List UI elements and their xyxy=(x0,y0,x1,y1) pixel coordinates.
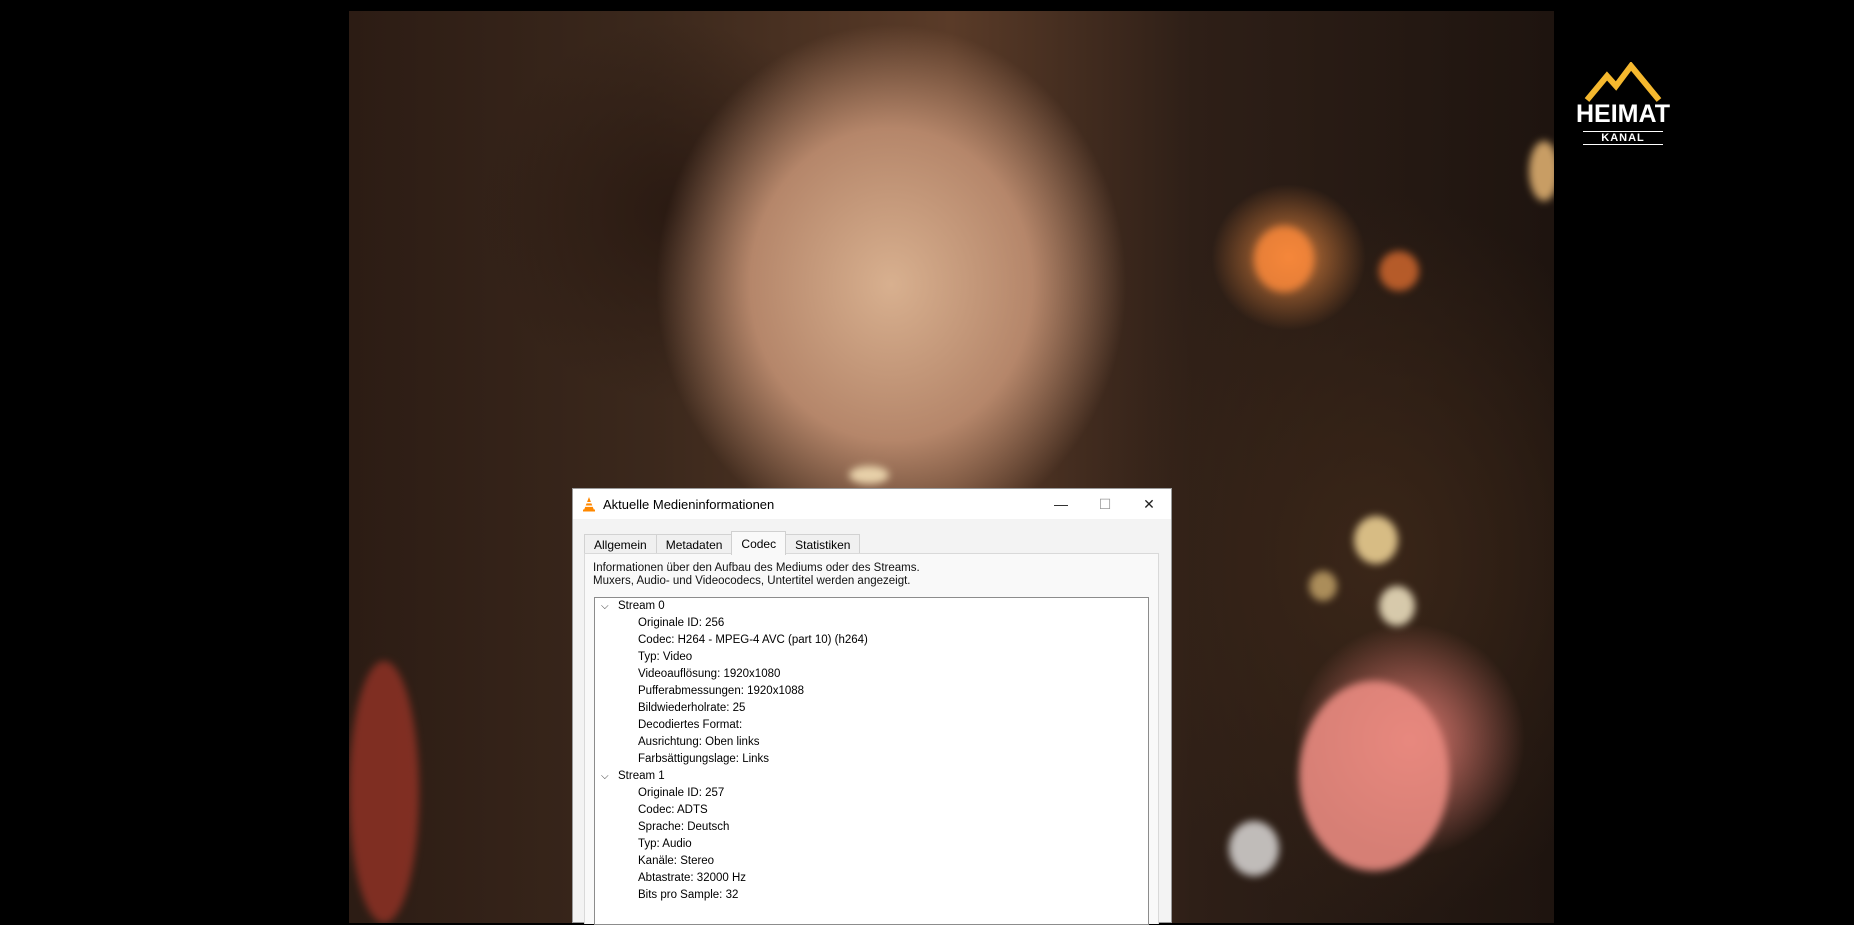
stream-property[interactable]: Typ: Video xyxy=(595,649,1148,666)
light-bokeh xyxy=(1354,516,1398,564)
chevron-down-icon[interactable]: ⌵ xyxy=(601,768,609,785)
tab-statistiken[interactable]: Statistiken xyxy=(785,534,861,555)
stream-property[interactable]: Kanäle: Stereo xyxy=(595,853,1148,870)
minimize-button[interactable]: — xyxy=(1039,489,1083,519)
stream-property[interactable]: Originale ID: 256 xyxy=(595,615,1148,632)
light-bokeh xyxy=(1379,586,1415,626)
logo-text-kanal: KANAL xyxy=(1583,131,1663,145)
stream-property[interactable]: Typ: Audio xyxy=(595,836,1148,853)
light-bokeh xyxy=(1379,251,1419,291)
stream-property[interactable]: Bildwiederholrate: 25 xyxy=(595,700,1148,717)
description-line-1: Informationen über den Aufbau des Medium… xyxy=(593,562,920,574)
stream-node-1[interactable]: ⌵ Stream 1 xyxy=(595,768,1148,785)
light-bokeh xyxy=(1229,821,1279,876)
vlc-cone-icon xyxy=(583,497,595,512)
codec-description: Informationen über den Aufbau des Medium… xyxy=(593,562,920,588)
dialog-title: Aktuelle Medieninformationen xyxy=(603,496,775,512)
description-line-2: Muxers, Audio- und Videocodecs, Untertit… xyxy=(593,575,911,587)
chevron-down-icon[interactable]: ⌵ xyxy=(601,598,609,615)
close-button[interactable]: ✕ xyxy=(1127,489,1171,519)
logo-text-heimat: HEIMAT xyxy=(1576,100,1670,128)
stream-node-0[interactable]: ⌵ Stream 0 xyxy=(595,598,1148,615)
tab-bar: Allgemein Metadaten Codec Statistiken xyxy=(584,531,861,555)
stream-property[interactable]: Abtastrate: 32000 Hz xyxy=(595,870,1148,887)
light-bokeh xyxy=(349,661,419,923)
stream-property[interactable]: Pufferabmessungen: 1920x1088 xyxy=(595,683,1148,700)
stream-property[interactable]: Videoauflösung: 1920x1080 xyxy=(595,666,1148,683)
stream-property[interactable]: Codec: H264 - MPEG-4 AVC (part 10) (h264… xyxy=(595,632,1148,649)
stream-property[interactable]: Originale ID: 257 xyxy=(595,785,1148,802)
light-bokeh xyxy=(1254,226,1314,292)
light-bokeh xyxy=(1309,571,1337,601)
stream-property[interactable]: Ausrichtung: Oben links xyxy=(595,734,1148,751)
tab-codec[interactable]: Codec xyxy=(731,531,787,555)
mountain-icon xyxy=(1584,62,1662,102)
media-info-dialog: Aktuelle Medieninformationen — ☐ ✕ Allge… xyxy=(572,488,1172,925)
stream-tree[interactable]: ⌵ Stream 0 Originale ID: 256 Codec: H264… xyxy=(594,597,1149,925)
light-bokeh xyxy=(849,466,889,484)
stream-label: Stream 1 xyxy=(618,770,665,782)
stream-property[interactable]: Bits pro Sample: 32 xyxy=(595,887,1148,904)
stream-property[interactable]: Decodiertes Format: xyxy=(595,717,1148,734)
light-bokeh xyxy=(1529,141,1554,201)
stream-property[interactable]: Farbsättigungslage: Links xyxy=(595,751,1148,768)
tab-allgemein[interactable]: Allgemein xyxy=(584,534,657,555)
codec-panel: Informationen über den Aufbau des Medium… xyxy=(584,553,1159,925)
stream-property[interactable]: Sprache: Deutsch xyxy=(595,819,1148,836)
channel-logo: HEIMAT KANAL xyxy=(1561,62,1685,148)
tab-metadaten[interactable]: Metadaten xyxy=(655,534,733,555)
light-bokeh xyxy=(1299,681,1449,871)
stream-tree-list: ⌵ Stream 0 Originale ID: 256 Codec: H264… xyxy=(595,598,1148,904)
stream-property[interactable]: Codec: ADTS xyxy=(595,802,1148,819)
maximize-button[interactable]: ☐ xyxy=(1083,489,1127,519)
stream-label: Stream 0 xyxy=(618,600,665,612)
dialog-titlebar[interactable]: Aktuelle Medieninformationen — ☐ ✕ xyxy=(573,489,1171,519)
